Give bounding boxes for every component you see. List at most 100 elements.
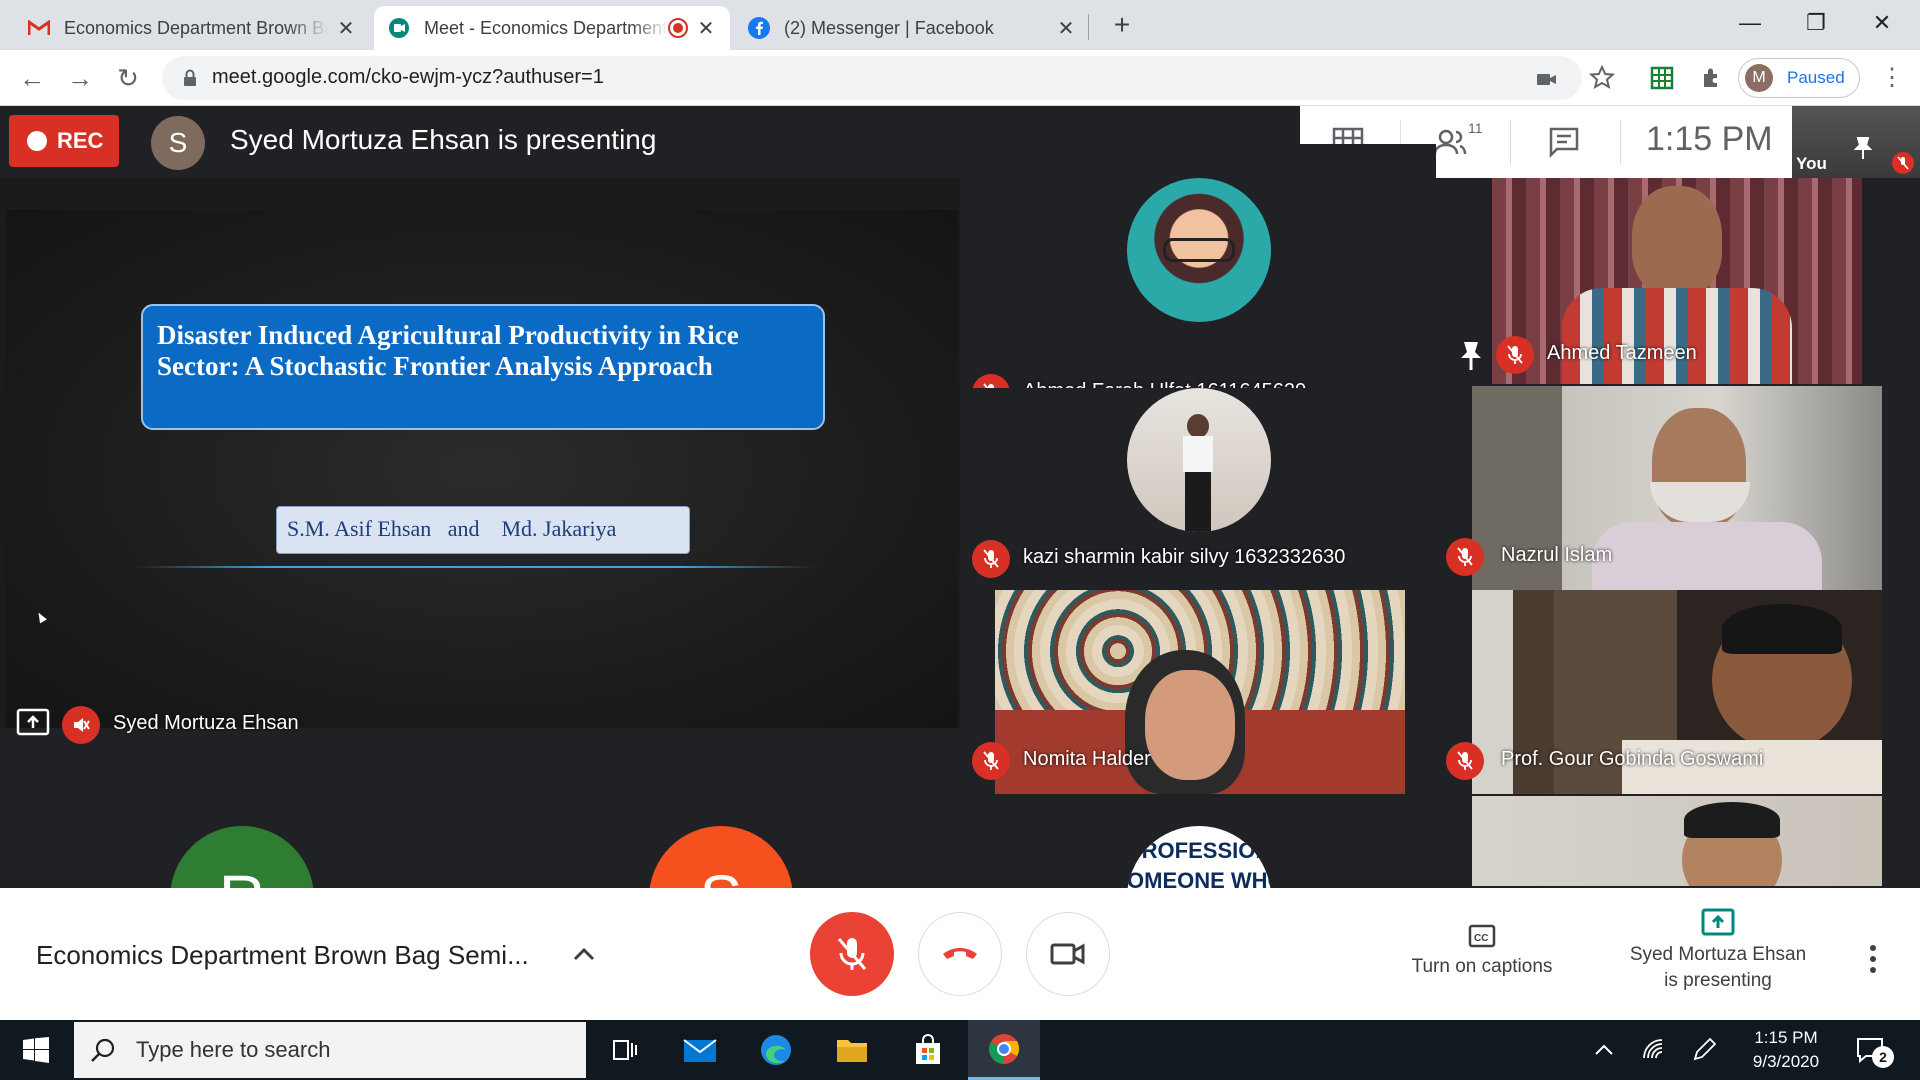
- chevron-up-icon[interactable]: [1590, 1036, 1618, 1064]
- url-text: meet.google.com/cko-ewjm-ycz?authuser=1: [212, 66, 604, 88]
- taskbar-search-box[interactable]: Type here to search: [74, 1022, 586, 1078]
- minimize-icon[interactable]: —: [1720, 6, 1780, 40]
- restore-icon[interactable]: ❐: [1786, 6, 1846, 40]
- tab-divider: [1088, 14, 1089, 40]
- leave-call-button[interactable]: [918, 912, 1002, 996]
- participant-name: Nazrul Islam: [1501, 544, 1613, 566]
- profile-status: Paused: [1787, 68, 1845, 87]
- browser-tab-strip: Economics Department Brown Bag ✕ Meet - …: [0, 0, 1920, 50]
- video-camera-icon: [1050, 943, 1085, 965]
- lock-icon: [184, 69, 196, 86]
- address-bar[interactable]: meet.google.com/cko-ewjm-ycz?authuser=1: [162, 56, 1582, 100]
- participant-tile[interactable]: kazi sharmin kabir silvy 1632332630: [966, 388, 1436, 592]
- edge-icon: [761, 1035, 791, 1065]
- chevron-up-icon[interactable]: [572, 944, 596, 964]
- sheets-extension-icon[interactable]: [1648, 64, 1676, 92]
- taskbar-date: 9/3/2020: [1752, 1052, 1820, 1071]
- participant-name: Ahmed Tazmeen: [1547, 342, 1697, 364]
- present-screen-icon: [16, 708, 50, 736]
- tab-gmail[interactable]: Economics Department Brown Bag ✕: [14, 6, 370, 50]
- edge-app-button[interactable]: [740, 1020, 812, 1080]
- svg-text:CC: CC: [1474, 933, 1488, 944]
- presenting-status-button[interactable]: Syed Mortuza Ehsan is presenting: [1610, 908, 1826, 994]
- back-icon[interactable]: ←: [16, 62, 48, 94]
- camera-indicator-icon[interactable]: [1534, 66, 1560, 92]
- captions-button[interactable]: CC Turn on captions: [1402, 922, 1562, 978]
- meeting-title[interactable]: Economics Department Brown Bag Semi...: [36, 940, 529, 971]
- mail-app-button[interactable]: [664, 1020, 736, 1080]
- mic-off-icon: [1496, 336, 1534, 374]
- folder-icon: [837, 1040, 867, 1062]
- partial-text: PROFESSIONAL OMEONE WHO CA: [1127, 838, 1271, 893]
- presenter-mic-off-icon: [62, 706, 100, 744]
- close-tab-icon[interactable]: ✕: [336, 16, 356, 41]
- self-mic-off-icon: [1892, 152, 1914, 174]
- start-button[interactable]: [0, 1020, 72, 1080]
- file-explorer-button[interactable]: [816, 1020, 888, 1080]
- close-window-icon[interactable]: ✕: [1852, 6, 1912, 40]
- reload-icon[interactable]: ↻: [112, 62, 144, 94]
- store-app-button[interactable]: [892, 1020, 964, 1080]
- taskbar-clock[interactable]: 1:15 PM 9/3/2020: [1730, 1026, 1842, 1074]
- camera-toggle-button[interactable]: [1026, 912, 1110, 996]
- participant-tile[interactable]: Nazrul Islam: [1440, 386, 1910, 590]
- network-icon[interactable]: [1640, 1036, 1668, 1064]
- call-controls-bar: Economics Department Brown Bag Semi... C…: [0, 888, 1920, 1020]
- presenter-name: Syed Mortuza Ehsan: [113, 712, 299, 734]
- participant-photo: [1127, 178, 1271, 322]
- participants-icon[interactable]: [1432, 124, 1468, 160]
- present-screen-icon: [1701, 908, 1735, 936]
- pen-icon[interactable]: [1690, 1036, 1718, 1064]
- windows-logo-icon: [23, 1037, 49, 1063]
- participant-tile[interactable]: Prof. Gour Gobinda Goswami: [1440, 590, 1910, 794]
- close-tab-icon[interactable]: ✕: [696, 16, 716, 41]
- tab-title: (2) Messenger | Facebook: [784, 17, 994, 38]
- mic-off-icon: [972, 540, 1010, 578]
- browser-menu-icon[interactable]: ⋮: [1880, 66, 1904, 90]
- tab-meet[interactable]: Meet - Economics Department ✕: [374, 6, 730, 50]
- extensions-puzzle-icon[interactable]: [1698, 64, 1726, 92]
- facebook-icon: [748, 17, 770, 39]
- chat-icon[interactable]: [1546, 124, 1582, 160]
- windows-taskbar: Type here to search 1:15 PM 9/3/2020 2: [0, 1020, 1920, 1080]
- profile-button[interactable]: M Paused: [1738, 58, 1860, 98]
- self-view-tile[interactable]: You: [1792, 106, 1920, 178]
- forward-icon[interactable]: →: [64, 62, 96, 94]
- captions-label: Turn on captions: [1411, 956, 1553, 977]
- hang-up-icon: [943, 948, 977, 959]
- participant-photo: [1127, 388, 1271, 532]
- meet-area: REC S Syed Mortuza Ehsan is presenting 1…: [0, 106, 1920, 970]
- chrome-icon: [989, 1033, 1020, 1064]
- mic-off-icon: [1446, 538, 1484, 576]
- tab-title: Meet - Economics Department: [424, 17, 668, 38]
- recording-badge: REC: [9, 115, 119, 167]
- slide-divider: [136, 566, 816, 568]
- taskbar-time: 1:15 PM: [1754, 1028, 1818, 1047]
- avatar: M: [1745, 64, 1773, 92]
- participant-video[interactable]: [1472, 796, 1882, 886]
- browser-toolbar: ← → ↻ meet.google.com/cko-ewjm-ycz?authu…: [0, 50, 1920, 106]
- participant-name: Prof. Gour Gobinda Goswami: [1501, 748, 1764, 770]
- tab-messenger[interactable]: (2) Messenger | Facebook ✕: [734, 6, 1090, 50]
- close-tab-icon[interactable]: ✕: [1056, 16, 1076, 41]
- presenting-label-status: is presenting: [1664, 970, 1772, 991]
- pin-icon[interactable]: [1854, 136, 1872, 160]
- participant-tile[interactable]: Ahmed Farah Ulfat 1611645620: [966, 144, 1436, 412]
- more-options-icon[interactable]: [1868, 944, 1878, 974]
- new-tab-button[interactable]: +: [1106, 10, 1138, 42]
- task-view-button[interactable]: [588, 1020, 660, 1080]
- participant-tile[interactable]: Ahmed Tazmeen: [1440, 178, 1910, 384]
- tab-title: Economics Department Brown Bag: [64, 17, 328, 38]
- presenting-banner: Syed Mortuza Ehsan is presenting: [230, 124, 657, 155]
- participant-tile[interactable]: Nomita Halder: [966, 590, 1436, 794]
- self-label: You: [1796, 154, 1827, 173]
- mail-icon: [683, 1039, 717, 1062]
- meet-icon: [388, 17, 410, 39]
- chrome-app-button[interactable]: [968, 1020, 1040, 1080]
- microphone-toggle-button[interactable]: [810, 912, 894, 996]
- mic-off-icon: [1446, 742, 1484, 780]
- pin-icon[interactable]: [1458, 340, 1484, 372]
- task-view-icon: [613, 1040, 637, 1060]
- gmail-icon: [28, 17, 50, 39]
- bookmark-star-icon[interactable]: [1588, 64, 1616, 92]
